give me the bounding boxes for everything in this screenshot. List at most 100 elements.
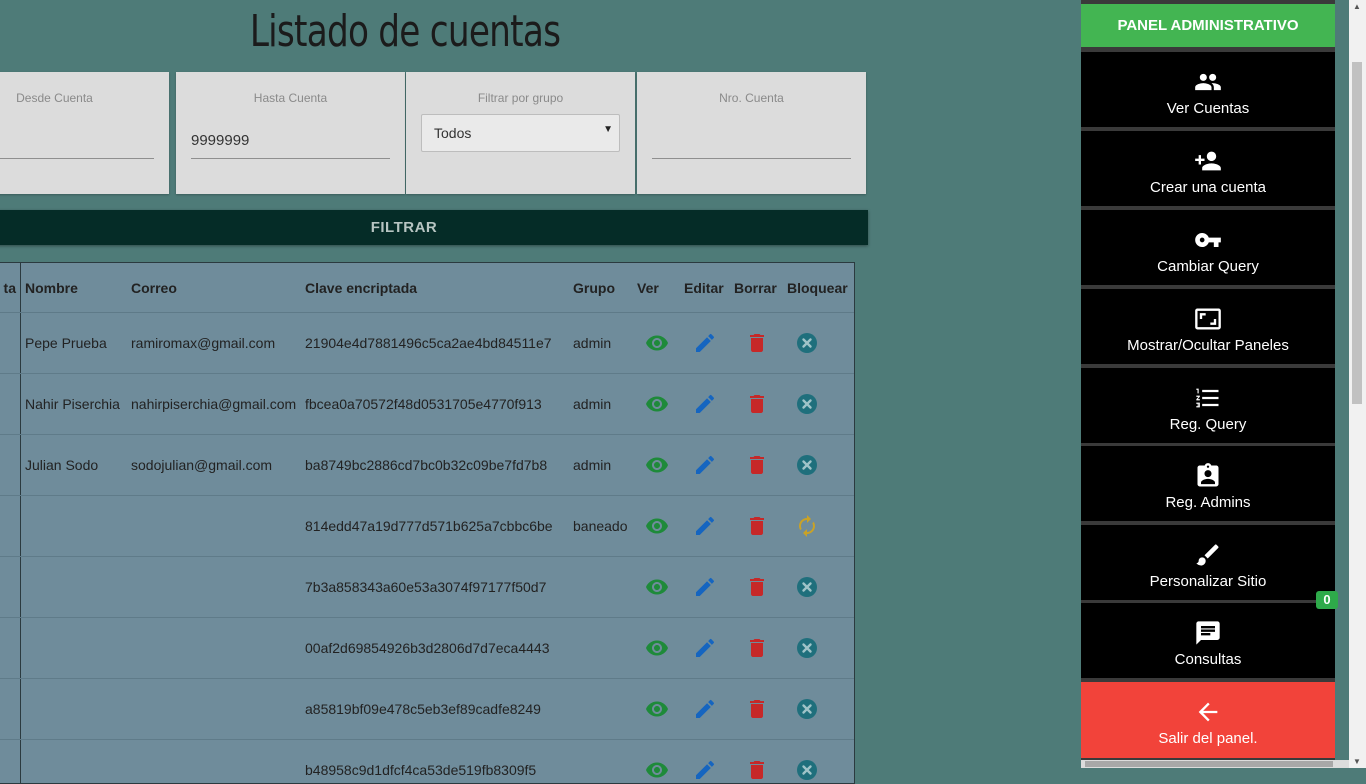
- editar-cell: [680, 618, 730, 679]
- col-header-nombre: Nombre: [21, 263, 128, 313]
- ver-cell: [633, 557, 680, 618]
- scroll-thumb[interactable]: [1352, 62, 1362, 404]
- cell-id: [0, 740, 21, 784]
- cell-id: [0, 435, 21, 496]
- filter-grupo: Filtrar por grupo Todos ▼: [406, 72, 635, 194]
- col-header-bloquear: Bloquear: [783, 263, 854, 313]
- pencil-icon[interactable]: [693, 575, 717, 599]
- eye-icon[interactable]: [645, 514, 669, 538]
- col-header-grupo: Grupo: [569, 263, 633, 313]
- desde-cuenta-input[interactable]: [0, 122, 154, 159]
- vertical-scrollbar[interactable]: ▲ ▼: [1349, 0, 1366, 768]
- sidebar-header: PANEL ADMINISTRATIVO: [1081, 4, 1335, 47]
- sidebar-item-mostrar-ocultar[interactable]: Mostrar/Ocultar Paneles: [1081, 289, 1335, 364]
- bloquear-cell: [783, 740, 854, 784]
- trash-icon[interactable]: [745, 392, 769, 416]
- arrow-left-icon: [1194, 698, 1222, 726]
- cell-nombre: [21, 679, 128, 740]
- bloquear-x-circle-icon[interactable]: [795, 575, 819, 599]
- trash-icon[interactable]: [745, 758, 769, 782]
- cell-grupo: [569, 740, 633, 784]
- bloquear-cell: [783, 313, 854, 374]
- bloquear-x-circle-icon[interactable]: [795, 453, 819, 477]
- trash-icon[interactable]: [745, 331, 769, 355]
- cell-nombre: Nahir Piserchia: [21, 374, 128, 435]
- salir-panel-button[interactable]: Salir del panel.: [1081, 682, 1335, 758]
- trash-icon[interactable]: [745, 697, 769, 721]
- desbloquear-refresh-icon[interactable]: [795, 514, 819, 538]
- scroll-up-icon[interactable]: ▲: [1353, 2, 1361, 11]
- pencil-icon[interactable]: [693, 758, 717, 782]
- cell-nombre: [21, 496, 128, 557]
- nro-cuenta-input[interactable]: [652, 122, 851, 159]
- hscroll-thumb[interactable]: [1085, 761, 1333, 767]
- pencil-icon[interactable]: [693, 636, 717, 660]
- bloquear-cell: [783, 618, 854, 679]
- grupo-select[interactable]: Todos ▼: [421, 114, 620, 152]
- eye-icon[interactable]: [645, 453, 669, 477]
- cell-id: [0, 496, 21, 557]
- cell-id: [0, 313, 21, 374]
- salir-panel-label: Salir del panel.: [1081, 730, 1335, 747]
- bloquear-cell: [783, 496, 854, 557]
- borrar-cell: [730, 740, 783, 784]
- pencil-icon[interactable]: [693, 392, 717, 416]
- borrar-cell: [730, 374, 783, 435]
- trash-icon[interactable]: [745, 636, 769, 660]
- sidebar-item-consultas[interactable]: Consultas: [1081, 603, 1335, 678]
- pencil-icon[interactable]: [693, 697, 717, 721]
- eye-icon[interactable]: [645, 636, 669, 660]
- trash-icon[interactable]: [745, 453, 769, 477]
- sidebar-item-personalizar[interactable]: Personalizar Sitio: [1081, 525, 1335, 600]
- trash-icon[interactable]: [745, 575, 769, 599]
- cell-id: [0, 557, 21, 618]
- ver-cell: [633, 679, 680, 740]
- page-title: Listado de cuentas: [42, 0, 767, 64]
- caret-down-icon: ▼: [603, 124, 613, 135]
- horizontal-scrollbar[interactable]: [1081, 760, 1349, 768]
- cell-grupo: admin: [569, 435, 633, 496]
- accounts-table: ta Nombre Correo Clave encriptada Grupo …: [0, 262, 855, 784]
- eye-icon[interactable]: [645, 697, 669, 721]
- aspect-ratio-icon: [1194, 305, 1222, 333]
- bloquear-x-circle-icon[interactable]: [795, 331, 819, 355]
- cell-correo: [127, 679, 301, 740]
- bloquear-x-circle-icon[interactable]: [795, 636, 819, 660]
- col-header-correo: Correo: [127, 263, 301, 313]
- editar-cell: [680, 557, 730, 618]
- ver-cell: [633, 374, 680, 435]
- filtrar-button[interactable]: FILTRAR: [0, 210, 868, 245]
- eye-icon[interactable]: [645, 392, 669, 416]
- pencil-icon[interactable]: [693, 514, 717, 538]
- eye-icon[interactable]: [645, 331, 669, 355]
- sidebar-item-reg-admins[interactable]: Reg. Admins: [1081, 446, 1335, 521]
- filter-grupo-label: Filtrar por grupo: [406, 91, 635, 105]
- sidebar-item-ver-cuentas[interactable]: Ver Cuentas: [1081, 52, 1335, 127]
- bloquear-x-circle-icon[interactable]: [795, 758, 819, 782]
- bloquear-x-circle-icon[interactable]: [795, 697, 819, 721]
- pencil-icon[interactable]: [693, 453, 717, 477]
- table-row: 00af2d69854926b3d2806d7d7eca4443: [0, 618, 854, 679]
- pencil-icon[interactable]: [693, 331, 717, 355]
- sidebar-item-reg-query[interactable]: Reg. Query: [1081, 368, 1335, 443]
- cell-clave: ba8749bc2886cd7bc0b32c09be7fd7b8: [301, 435, 569, 496]
- cell-correo: [127, 740, 301, 784]
- cell-clave: fbcea0a70572f48d0531705e4770f913: [301, 374, 569, 435]
- cell-grupo: [569, 557, 633, 618]
- eye-icon[interactable]: [645, 575, 669, 599]
- sidebar-item-cambiar-query[interactable]: Cambiar Query: [1081, 210, 1335, 285]
- bloquear-x-circle-icon[interactable]: [795, 392, 819, 416]
- borrar-cell: [730, 313, 783, 374]
- scroll-down-icon[interactable]: ▼: [1353, 757, 1361, 766]
- cell-correo: [127, 557, 301, 618]
- cell-clave: 21904e4d7881496c5ca2ae4bd84511e7: [301, 313, 569, 374]
- cell-clave: 7b3a858343a60e53a3074f97177f50d7: [301, 557, 569, 618]
- editar-cell: [680, 313, 730, 374]
- hasta-cuenta-input[interactable]: [191, 122, 390, 159]
- cell-nombre: Julian Sodo: [21, 435, 128, 496]
- eye-icon[interactable]: [645, 758, 669, 782]
- sidebar-item-crear-cuenta[interactable]: Crear una cuenta: [1081, 131, 1335, 206]
- cell-nombre: Pepe Prueba: [21, 313, 128, 374]
- cell-nombre: [21, 557, 128, 618]
- trash-icon[interactable]: [745, 514, 769, 538]
